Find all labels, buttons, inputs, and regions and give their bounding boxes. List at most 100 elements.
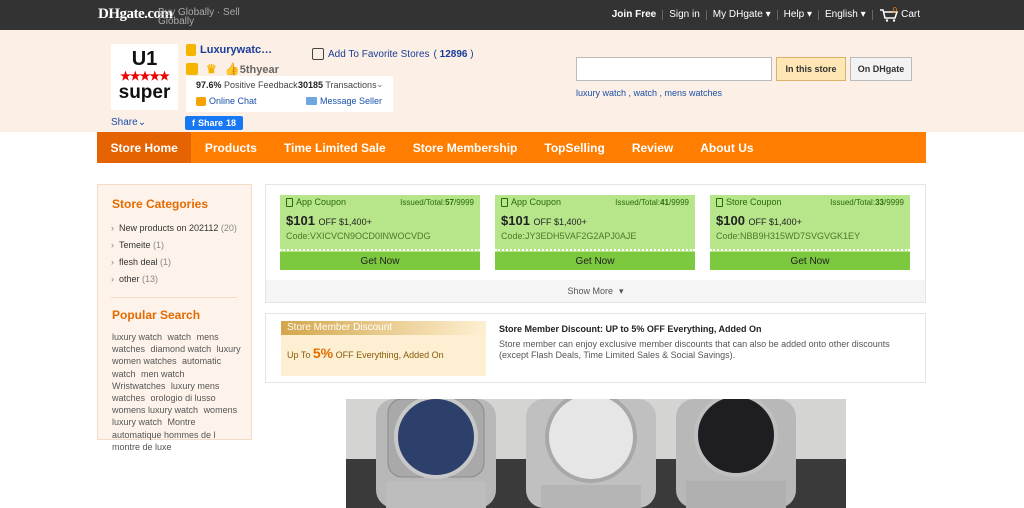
member-discount-desc: Store member can enjoy exclusive member … xyxy=(499,339,890,360)
product-image[interactable] xyxy=(346,399,846,508)
nav-about-us[interactable]: About Us xyxy=(687,132,767,163)
popular-search-link[interactable]: Wristwatches xyxy=(112,381,165,391)
discount-pct: 5% xyxy=(312,345,334,361)
feedback-pct: 97.6% xyxy=(196,80,222,90)
store-name[interactable]: Luxurywatc… xyxy=(186,44,272,56)
nav-time-limited-sale[interactable]: Time Limited Sale xyxy=(270,132,399,163)
favorite-count-wrap: ( 12896 ) xyxy=(433,48,474,60)
get-now-button[interactable]: Get Now xyxy=(280,252,480,270)
cart-link[interactable]: 0 Cart xyxy=(873,6,926,22)
facebook-share-button[interactable]: f Share 18 xyxy=(185,116,243,130)
issued-count: 57 xyxy=(445,198,454,207)
chat-icon xyxy=(196,96,206,106)
nav-products[interactable]: Products xyxy=(191,132,270,163)
category-count: (1) xyxy=(160,257,172,267)
category-count: (20) xyxy=(220,223,237,233)
nav-topselling[interactable]: TopSelling xyxy=(531,132,618,163)
search-in-store-button[interactable]: In this store xyxy=(776,57,846,81)
message-seller-label: Message Seller xyxy=(320,96,383,106)
language-menu[interactable]: English ▾ xyxy=(819,10,873,20)
share-menu[interactable]: Share⌄ xyxy=(111,117,146,128)
watch-black-dial xyxy=(676,399,796,508)
nav-review[interactable]: Review xyxy=(618,132,686,163)
favorite-count: 12896 xyxy=(439,48,468,60)
issued-total: /9999 xyxy=(883,198,904,207)
member-discount-panel: Store Member Discount Up To 5% OFF Every… xyxy=(265,313,926,383)
issued-total: /9999 xyxy=(453,198,474,207)
get-now-button[interactable]: Get Now xyxy=(495,252,695,270)
cart-label: Cart xyxy=(901,9,920,20)
category-item[interactable]: › other (13) xyxy=(111,274,251,291)
coupon-code: Code:VXICVCN9OCD0INWOCVDG xyxy=(286,231,431,241)
member-discount-head: Store Member Discount xyxy=(281,321,486,335)
category-item[interactable]: › New products on 202112 (20) xyxy=(111,223,251,240)
store-coupon-icon xyxy=(716,197,723,207)
up-to-label: Up To xyxy=(287,350,311,360)
transactions-label: Transactions xyxy=(325,80,377,90)
popular-search-link[interactable]: womens luxury watch xyxy=(112,405,198,415)
coupon-type: App Coupon xyxy=(501,197,561,207)
show-more-label: Show More xyxy=(567,286,613,296)
category-item[interactable]: › Temeite (1) xyxy=(111,240,251,257)
nav-store-home[interactable]: Store Home xyxy=(97,132,192,163)
shop-badge-icon xyxy=(186,63,198,75)
years-label: 5thyear xyxy=(239,64,279,76)
popular-search-link[interactable]: watch xyxy=(168,332,192,342)
get-now-button[interactable]: Get Now xyxy=(710,252,910,270)
my-dhgate-menu[interactable]: My DHgate ▾ xyxy=(707,10,778,20)
chevron-right-icon: › xyxy=(111,240,114,250)
popular-search-link[interactable]: diamond watch xyxy=(151,344,212,354)
top-bar: DHgate.com Buy Globally · Sell Globally … xyxy=(0,0,1024,30)
coupon-type: App Coupon xyxy=(286,197,346,207)
years-badge: 👍5thyear xyxy=(225,62,279,76)
crown-icon: ♛ xyxy=(206,62,217,76)
category-item[interactable]: › flesh deal (1) xyxy=(111,257,251,274)
issued-label: Issued/Total: xyxy=(400,198,446,207)
online-chat-link[interactable]: Online Chat xyxy=(196,96,257,106)
share-label: Share xyxy=(111,117,138,128)
search-on-dhgate-button[interactable]: On DHgate xyxy=(850,57,912,81)
join-free-link[interactable]: Join Free xyxy=(606,10,664,20)
issued-label: Issued/Total: xyxy=(830,198,876,207)
member-discount-title: Store Member Discount: UP to 5% OFF Ever… xyxy=(499,324,762,334)
language-label: English xyxy=(825,9,858,20)
show-more-button[interactable]: Show More ▾ xyxy=(266,280,925,302)
watch-silver-dial xyxy=(526,399,656,508)
issued-count: 33 xyxy=(875,198,884,207)
store-logo[interactable]: U1 ★★★★★ super xyxy=(111,44,178,110)
chevron-down-icon[interactable]: ⌄ xyxy=(376,79,384,90)
add-favorite-link[interactable]: Add To Favorite Stores ( 12896 ) xyxy=(312,48,474,60)
popular-search-list: luxury watch watch mens watches diamond … xyxy=(112,331,241,453)
caret-down-icon: ▾ xyxy=(765,9,771,20)
store-header: U1 ★★★★★ super Share⌄ Luxurywatc… ♛ 👍5th… xyxy=(0,30,1024,132)
categories-title: Store Categories xyxy=(112,197,209,211)
divider xyxy=(710,249,910,251)
category-label: other xyxy=(119,274,140,284)
message-seller-link[interactable]: Message Seller xyxy=(306,96,382,106)
nav-store-membership[interactable]: Store Membership xyxy=(399,132,531,163)
coupon-amount-value: $101 xyxy=(286,213,315,228)
store-logo-line1: U1 xyxy=(131,48,158,70)
chevron-right-icon: › xyxy=(111,274,114,284)
help-menu[interactable]: Help ▾ xyxy=(778,10,820,20)
issued-total: /9999 xyxy=(668,198,689,207)
fb-share-label: Share xyxy=(197,118,223,128)
my-dhgate-label: My DHgate xyxy=(712,9,763,20)
coupon-amount-value: $101 xyxy=(501,213,530,228)
search-input[interactable] xyxy=(576,57,772,81)
sign-in-link[interactable]: Sign in xyxy=(663,10,707,20)
popular-search-link[interactable]: men watch xyxy=(141,369,185,379)
chevron-right-icon: › xyxy=(111,223,114,233)
coupon-card: App Coupon Issued/Total:57/9999 $101 OFF… xyxy=(280,195,480,270)
coupon-type: Store Coupon xyxy=(716,197,782,207)
hot-search-links[interactable]: luxury watch , watch , mens watches xyxy=(576,88,722,98)
member-discount-card[interactable]: Store Member Discount Up To 5% OFF Every… xyxy=(281,321,486,376)
category-label: Temeite xyxy=(119,240,151,250)
coupon-amount: $101 OFF $1,400+ xyxy=(286,213,372,228)
popular-search-link[interactable]: luxury watch xyxy=(112,332,162,342)
phone-icon xyxy=(501,197,508,207)
popular-search-link[interactable]: orologio di lusso xyxy=(151,393,216,403)
popular-search-link[interactable]: montre de luxe xyxy=(112,442,172,452)
category-list: › New products on 202112 (20) › Temeite (1… xyxy=(111,223,251,291)
online-chat-label: Online Chat xyxy=(209,96,257,106)
